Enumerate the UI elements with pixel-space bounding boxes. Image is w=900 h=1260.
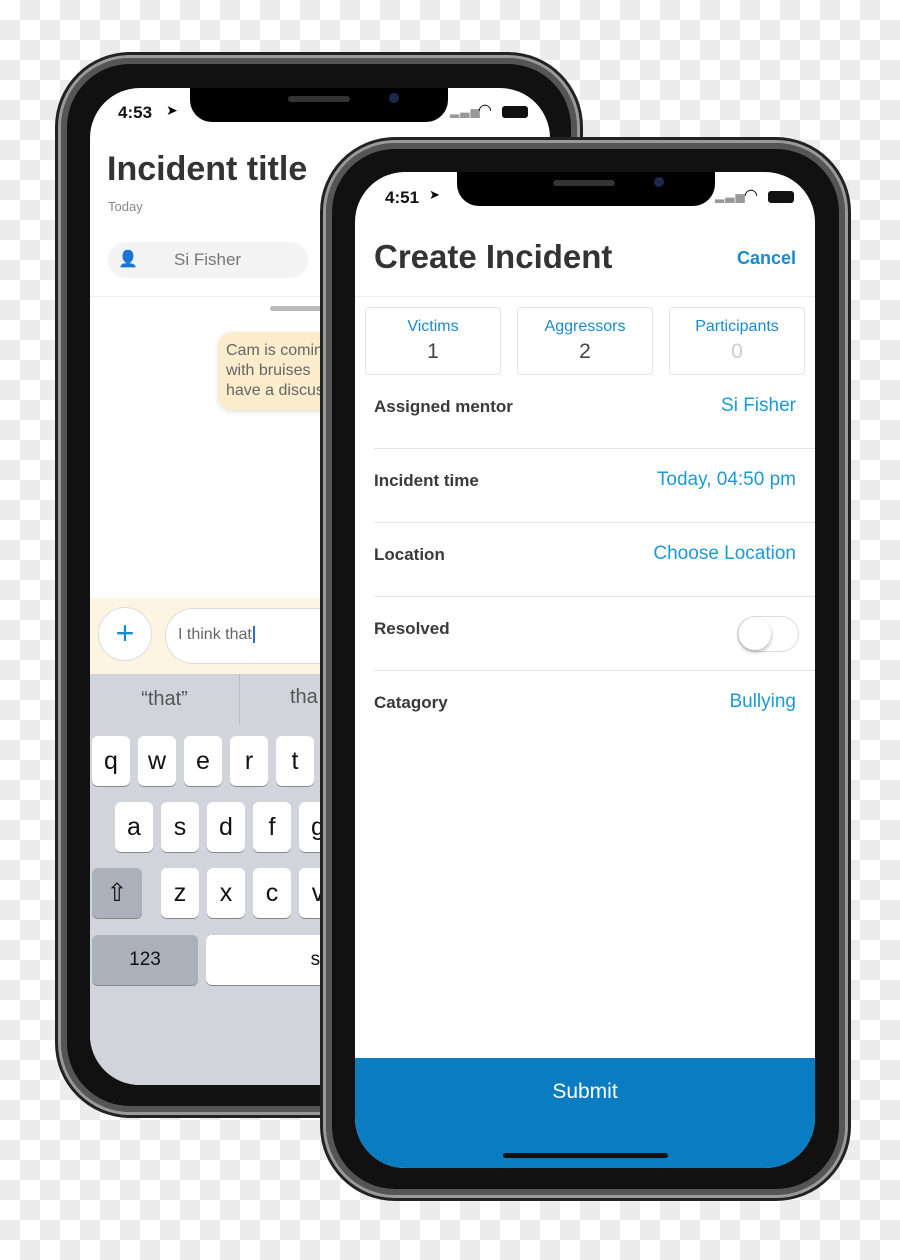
incident-time-row[interactable]: Incident time Today, 04:50 pm (374, 449, 815, 523)
notch (190, 88, 448, 122)
key-z[interactable]: z (161, 868, 199, 918)
row-value: Today, 04:50 pm (656, 469, 796, 490)
signal-icon: ▂▃▅ (715, 189, 746, 203)
row-label: Assigned mentor (374, 397, 513, 416)
row-value: Si Fisher (721, 395, 796, 416)
speaker (288, 96, 350, 102)
category-row[interactable]: Catagory Bullying (374, 671, 815, 745)
person-icon: 👤 (118, 251, 138, 268)
suggestion[interactable]: tha (290, 686, 318, 709)
key-t[interactable]: t (276, 736, 314, 786)
assigned-mentor-row[interactable]: Assigned mentor Si Fisher (374, 375, 815, 449)
key-e[interactable]: e (184, 736, 222, 786)
key-a[interactable]: a (115, 802, 153, 852)
resolved-row: Resolved (374, 597, 815, 671)
speaker (553, 180, 615, 186)
shift-key-icon[interactable]: ⇧ (92, 868, 142, 918)
location-arrow-icon: ➤ (166, 102, 178, 118)
wifi-icon: ◠ (478, 102, 492, 119)
row-label: Incident time (374, 471, 479, 490)
drag-handle[interactable] (270, 306, 330, 311)
row-label: Resolved (374, 619, 450, 638)
suggestion[interactable]: “that” (90, 674, 240, 724)
incident-title: Incident title (107, 150, 308, 188)
card-count: 0 (731, 340, 743, 363)
status-time: 4:53 (118, 103, 153, 122)
message-input-text: I think that (178, 626, 252, 643)
row-label: Catagory (374, 693, 448, 712)
page-title: Create Incident (374, 238, 613, 275)
card-count: 1 (427, 340, 439, 363)
row-label: Location (374, 545, 445, 564)
key-f[interactable]: f (253, 802, 291, 852)
resolved-toggle[interactable] (737, 616, 799, 652)
numbers-key[interactable]: 123 (92, 935, 198, 985)
toggle-knob (739, 618, 771, 650)
battery-icon (768, 191, 794, 203)
key-c[interactable]: c (253, 868, 291, 918)
location-arrow-icon: ➤ (429, 187, 440, 202)
key-s[interactable]: s (161, 802, 199, 852)
divider (355, 296, 815, 297)
key-w[interactable]: w (138, 736, 176, 786)
victims-card[interactable]: Victims 1 (365, 307, 501, 375)
key-r[interactable]: r (230, 736, 268, 786)
add-attachment-button[interactable]: + (98, 607, 152, 661)
battery-icon (502, 106, 528, 118)
key-d[interactable]: d (207, 802, 245, 852)
assignee-pill[interactable]: 👤 Si Fisher (108, 242, 308, 278)
card-label: Participants (695, 318, 779, 335)
submit-label: Submit (552, 1080, 618, 1103)
row-value: Bullying (729, 691, 796, 712)
front-phone-screen: 4:51 ➤ ▂▃▅ ◠ Create Incident Cancel Vict… (355, 172, 815, 1168)
key-x[interactable]: x (207, 868, 245, 918)
card-label: Victims (407, 318, 459, 335)
assignee-name: Si Fisher (174, 250, 242, 269)
row-value: Choose Location (653, 543, 796, 564)
home-indicator (503, 1153, 668, 1158)
incident-date: Today (108, 199, 143, 214)
location-row[interactable]: Location Choose Location (374, 523, 815, 597)
status-time: 4:51 (385, 188, 420, 207)
notch (457, 172, 715, 206)
camera (654, 177, 664, 187)
aggressors-card[interactable]: Aggressors 2 (517, 307, 653, 375)
submit-button[interactable]: Submit (355, 1058, 815, 1168)
camera (389, 93, 399, 103)
card-label: Aggressors (544, 318, 626, 335)
participants-card[interactable]: Participants 0 (669, 307, 805, 375)
wifi-icon: ◠ (744, 187, 758, 204)
card-count: 2 (579, 340, 591, 363)
key-q[interactable]: q (92, 736, 130, 786)
cancel-button[interactable]: Cancel (737, 248, 796, 269)
signal-icon: ▂▃▅ (450, 104, 481, 118)
